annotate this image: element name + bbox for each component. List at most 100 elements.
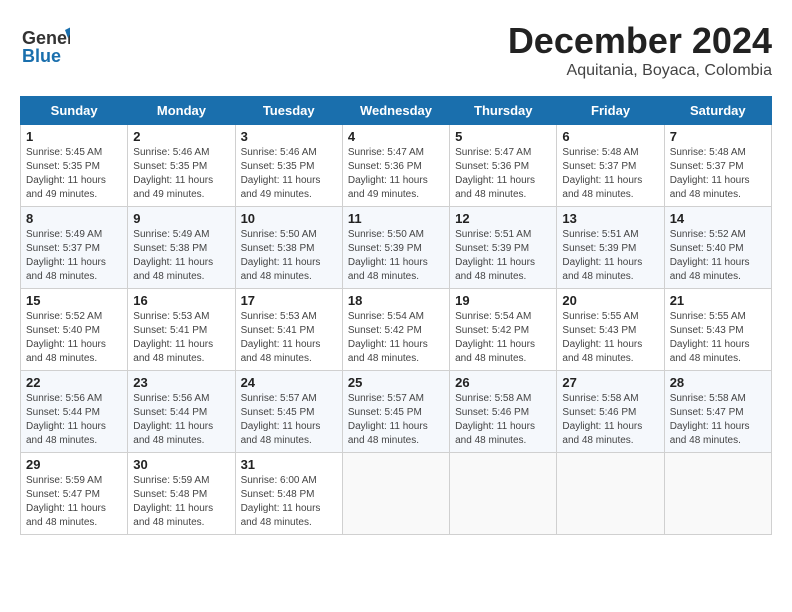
- weekday-header-row: SundayMondayTuesdayWednesdayThursdayFrid…: [21, 97, 772, 125]
- day-info: Sunrise: 5:55 AMSunset: 5:43 PMDaylight:…: [562, 310, 658, 366]
- day-info: Sunrise: 5:52 AMSunset: 5:40 PMDaylight:…: [670, 228, 766, 284]
- calendar-week-row: 29 Sunrise: 5:59 AMSunset: 5:47 PMDaylig…: [21, 453, 772, 535]
- day-number: 18: [348, 293, 444, 308]
- day-number: 21: [670, 293, 766, 308]
- day-number: 11: [348, 211, 444, 226]
- day-info: Sunrise: 5:50 AMSunset: 5:39 PMDaylight:…: [348, 228, 444, 284]
- calendar-cell: 7 Sunrise: 5:48 AMSunset: 5:37 PMDayligh…: [664, 125, 771, 207]
- logo-icon: General Blue: [20, 20, 70, 75]
- calendar-cell: 6 Sunrise: 5:48 AMSunset: 5:37 PMDayligh…: [557, 125, 664, 207]
- day-number: 4: [348, 129, 444, 144]
- weekday-header: Sunday: [21, 97, 128, 125]
- logo: General Blue: [20, 20, 70, 75]
- day-number: 29: [26, 457, 122, 472]
- calendar-cell: 15 Sunrise: 5:52 AMSunset: 5:40 PMDaylig…: [21, 289, 128, 371]
- day-info: Sunrise: 5:59 AMSunset: 5:48 PMDaylight:…: [133, 474, 229, 530]
- day-number: 27: [562, 375, 658, 390]
- calendar-cell: 1 Sunrise: 5:45 AMSunset: 5:35 PMDayligh…: [21, 125, 128, 207]
- day-number: 8: [26, 211, 122, 226]
- calendar-week-row: 22 Sunrise: 5:56 AMSunset: 5:44 PMDaylig…: [21, 371, 772, 453]
- svg-text:General: General: [22, 28, 70, 48]
- day-number: 3: [241, 129, 337, 144]
- calendar-cell: 29 Sunrise: 5:59 AMSunset: 5:47 PMDaylig…: [21, 453, 128, 535]
- calendar-cell: 8 Sunrise: 5:49 AMSunset: 5:37 PMDayligh…: [21, 207, 128, 289]
- calendar-week-row: 8 Sunrise: 5:49 AMSunset: 5:37 PMDayligh…: [21, 207, 772, 289]
- day-info: Sunrise: 5:56 AMSunset: 5:44 PMDaylight:…: [133, 392, 229, 448]
- calendar-cell: 26 Sunrise: 5:58 AMSunset: 5:46 PMDaylig…: [450, 371, 557, 453]
- calendar-cell: 14 Sunrise: 5:52 AMSunset: 5:40 PMDaylig…: [664, 207, 771, 289]
- day-info: Sunrise: 5:50 AMSunset: 5:38 PMDaylight:…: [241, 228, 337, 284]
- day-info: Sunrise: 5:48 AMSunset: 5:37 PMDaylight:…: [562, 146, 658, 202]
- calendar-cell: 5 Sunrise: 5:47 AMSunset: 5:36 PMDayligh…: [450, 125, 557, 207]
- day-info: Sunrise: 5:54 AMSunset: 5:42 PMDaylight:…: [348, 310, 444, 366]
- day-number: 25: [348, 375, 444, 390]
- calendar-table: SundayMondayTuesdayWednesdayThursdayFrid…: [20, 96, 772, 535]
- svg-text:Blue: Blue: [22, 46, 61, 66]
- calendar-cell: 20 Sunrise: 5:55 AMSunset: 5:43 PMDaylig…: [557, 289, 664, 371]
- weekday-header: Saturday: [664, 97, 771, 125]
- day-info: Sunrise: 5:58 AMSunset: 5:46 PMDaylight:…: [562, 392, 658, 448]
- day-number: 2: [133, 129, 229, 144]
- day-info: Sunrise: 5:49 AMSunset: 5:37 PMDaylight:…: [26, 228, 122, 284]
- day-info: Sunrise: 5:47 AMSunset: 5:36 PMDaylight:…: [455, 146, 551, 202]
- day-info: Sunrise: 5:51 AMSunset: 5:39 PMDaylight:…: [562, 228, 658, 284]
- day-number: 26: [455, 375, 551, 390]
- calendar-cell: 24 Sunrise: 5:57 AMSunset: 5:45 PMDaylig…: [235, 371, 342, 453]
- day-info: Sunrise: 5:58 AMSunset: 5:47 PMDaylight:…: [670, 392, 766, 448]
- day-info: Sunrise: 5:58 AMSunset: 5:46 PMDaylight:…: [455, 392, 551, 448]
- calendar-cell: 12 Sunrise: 5:51 AMSunset: 5:39 PMDaylig…: [450, 207, 557, 289]
- day-number: 7: [670, 129, 766, 144]
- calendar-cell: 18 Sunrise: 5:54 AMSunset: 5:42 PMDaylig…: [342, 289, 449, 371]
- calendar-cell: [450, 453, 557, 535]
- day-number: 15: [26, 293, 122, 308]
- day-number: 1: [26, 129, 122, 144]
- calendar-week-row: 15 Sunrise: 5:52 AMSunset: 5:40 PMDaylig…: [21, 289, 772, 371]
- calendar-cell: 31 Sunrise: 6:00 AMSunset: 5:48 PMDaylig…: [235, 453, 342, 535]
- title-area: December 2024 Aquitania, Boyaca, Colombi…: [508, 20, 772, 80]
- calendar-cell: 4 Sunrise: 5:47 AMSunset: 5:36 PMDayligh…: [342, 125, 449, 207]
- calendar-cell: [557, 453, 664, 535]
- calendar-cell: 2 Sunrise: 5:46 AMSunset: 5:35 PMDayligh…: [128, 125, 235, 207]
- day-info: Sunrise: 5:53 AMSunset: 5:41 PMDaylight:…: [133, 310, 229, 366]
- day-info: Sunrise: 5:57 AMSunset: 5:45 PMDaylight:…: [348, 392, 444, 448]
- day-number: 12: [455, 211, 551, 226]
- day-info: Sunrise: 5:45 AMSunset: 5:35 PMDaylight:…: [26, 146, 122, 202]
- day-info: Sunrise: 5:54 AMSunset: 5:42 PMDaylight:…: [455, 310, 551, 366]
- calendar-cell: 11 Sunrise: 5:50 AMSunset: 5:39 PMDaylig…: [342, 207, 449, 289]
- calendar-cell: [664, 453, 771, 535]
- calendar-cell: 25 Sunrise: 5:57 AMSunset: 5:45 PMDaylig…: [342, 371, 449, 453]
- day-number: 19: [455, 293, 551, 308]
- calendar-cell: 3 Sunrise: 5:46 AMSunset: 5:35 PMDayligh…: [235, 125, 342, 207]
- calendar-cell: 22 Sunrise: 5:56 AMSunset: 5:44 PMDaylig…: [21, 371, 128, 453]
- day-number: 9: [133, 211, 229, 226]
- month-title: December 2024: [508, 20, 772, 62]
- calendar-cell: 9 Sunrise: 5:49 AMSunset: 5:38 PMDayligh…: [128, 207, 235, 289]
- calendar-cell: 28 Sunrise: 5:58 AMSunset: 5:47 PMDaylig…: [664, 371, 771, 453]
- day-number: 13: [562, 211, 658, 226]
- day-number: 22: [26, 375, 122, 390]
- day-number: 20: [562, 293, 658, 308]
- day-info: Sunrise: 5:46 AMSunset: 5:35 PMDaylight:…: [133, 146, 229, 202]
- day-info: Sunrise: 5:48 AMSunset: 5:37 PMDaylight:…: [670, 146, 766, 202]
- calendar-cell: [342, 453, 449, 535]
- calendar-cell: 21 Sunrise: 5:55 AMSunset: 5:43 PMDaylig…: [664, 289, 771, 371]
- location-subtitle: Aquitania, Boyaca, Colombia: [508, 62, 772, 80]
- day-info: Sunrise: 5:52 AMSunset: 5:40 PMDaylight:…: [26, 310, 122, 366]
- calendar-cell: 16 Sunrise: 5:53 AMSunset: 5:41 PMDaylig…: [128, 289, 235, 371]
- calendar-cell: 17 Sunrise: 5:53 AMSunset: 5:41 PMDaylig…: [235, 289, 342, 371]
- day-info: Sunrise: 5:57 AMSunset: 5:45 PMDaylight:…: [241, 392, 337, 448]
- calendar-cell: 27 Sunrise: 5:58 AMSunset: 5:46 PMDaylig…: [557, 371, 664, 453]
- day-info: Sunrise: 5:49 AMSunset: 5:38 PMDaylight:…: [133, 228, 229, 284]
- day-number: 30: [133, 457, 229, 472]
- day-info: Sunrise: 5:53 AMSunset: 5:41 PMDaylight:…: [241, 310, 337, 366]
- day-number: 14: [670, 211, 766, 226]
- day-info: Sunrise: 5:55 AMSunset: 5:43 PMDaylight:…: [670, 310, 766, 366]
- day-info: Sunrise: 5:46 AMSunset: 5:35 PMDaylight:…: [241, 146, 337, 202]
- calendar-cell: 19 Sunrise: 5:54 AMSunset: 5:42 PMDaylig…: [450, 289, 557, 371]
- day-info: Sunrise: 5:56 AMSunset: 5:44 PMDaylight:…: [26, 392, 122, 448]
- day-info: Sunrise: 5:59 AMSunset: 5:47 PMDaylight:…: [26, 474, 122, 530]
- weekday-header: Monday: [128, 97, 235, 125]
- day-number: 6: [562, 129, 658, 144]
- calendar-cell: 23 Sunrise: 5:56 AMSunset: 5:44 PMDaylig…: [128, 371, 235, 453]
- calendar-week-row: 1 Sunrise: 5:45 AMSunset: 5:35 PMDayligh…: [21, 125, 772, 207]
